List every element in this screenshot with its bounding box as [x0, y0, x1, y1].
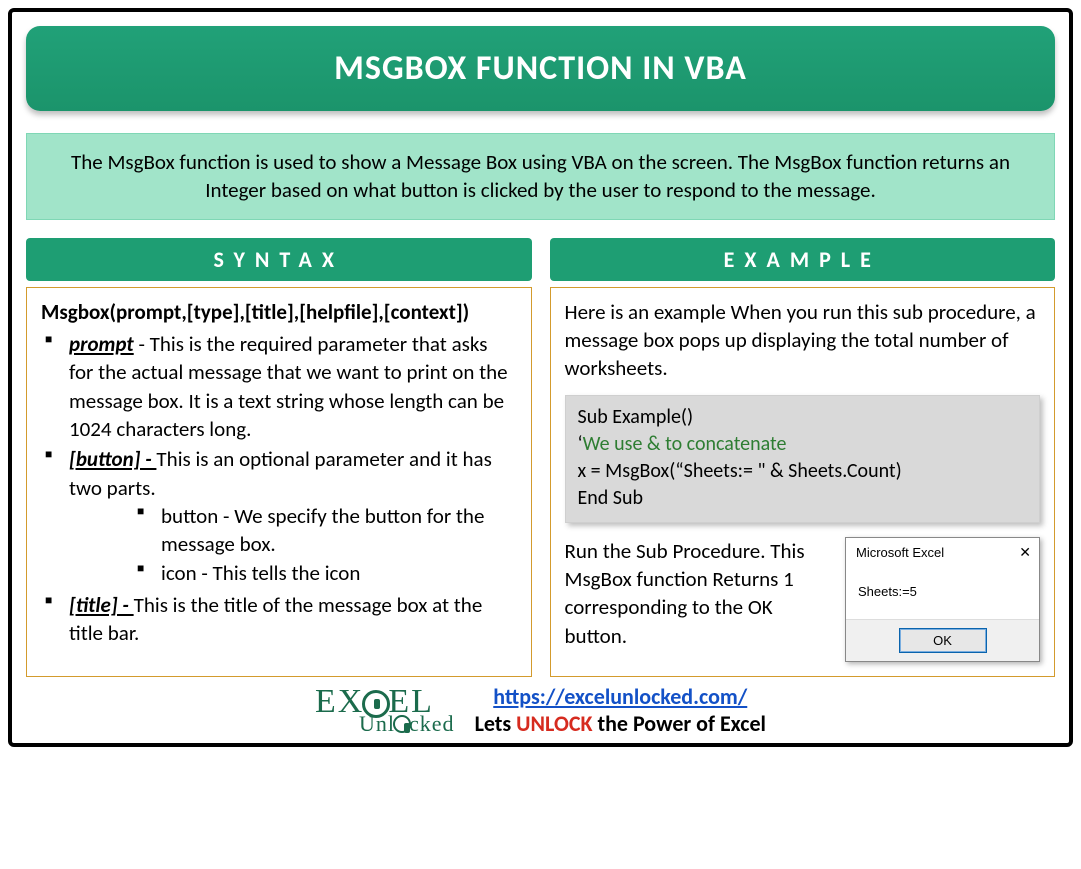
param-title: [title] - This is the title of the messa… — [41, 591, 517, 648]
code-comment: We use & to concatenate — [583, 432, 787, 456]
dialog-title: Microsoft Excel — [856, 544, 944, 562]
tag-before: Lets — [475, 710, 517, 737]
param-button-name: [button] - — [69, 446, 156, 472]
tag-unlock: UNLOCK — [516, 710, 592, 737]
document-frame: MSGBOX FUNCTION IN VBA The MsgBox functi… — [8, 8, 1073, 747]
param-prompt-desc: - This is the required parameter that as… — [69, 331, 508, 442]
dialog-titlebar: Microsoft Excel ✕ — [846, 538, 1039, 568]
param-button-sub2: icon - This tells the icon — [137, 559, 517, 587]
dialog-body: Sheets:=5 — [846, 567, 1039, 619]
msgbox-dialog: Microsoft Excel ✕ Sheets:=5 OK — [845, 537, 1040, 663]
ok-button[interactable]: OK — [899, 628, 987, 654]
example-lead: Here is an example When you run this sub… — [565, 298, 1041, 383]
syntax-heading: SYNTAX — [26, 238, 532, 281]
syntax-column: SYNTAX Msgbox(prompt,[type],[title],[hel… — [26, 238, 532, 678]
intro-text: The MsgBox function is used to show a Me… — [26, 133, 1055, 220]
brand-logo: EXEL Unlcked — [315, 687, 455, 734]
example-after: Run the Sub Procedure. This MsgBox funct… — [565, 537, 832, 650]
code-line-4: End Sub — [578, 485, 1028, 512]
example-heading: EXAMPLE — [550, 238, 1056, 281]
code-line-1: Sub Example() — [578, 404, 1028, 431]
tag-after: the Power of Excel — [593, 710, 766, 737]
close-icon[interactable]: ✕ — [1019, 545, 1031, 559]
param-title-name: [title] - — [69, 592, 134, 618]
syntax-signature: Msgbox(prompt,[type],[title],[helpfile],… — [41, 298, 517, 326]
example-body: Here is an example When you run this sub… — [550, 287, 1056, 678]
param-prompt: prompt - This is the required parameter … — [41, 330, 517, 443]
page-title: MSGBOX FUNCTION IN VBA — [26, 26, 1055, 111]
code-line-3: x = MsgBox(“Sheets:= " & Sheets.Count) — [578, 458, 1028, 485]
code-block: Sub Example() ‘We use & to concatenate x… — [565, 395, 1041, 523]
lock-icon-small — [393, 715, 411, 733]
footer-link[interactable]: https://excelunlocked.com/ — [493, 683, 747, 710]
footer: EXEL Unlcked https://excelunlocked.com/ … — [26, 683, 1055, 737]
param-button: [button] - This is an optional parameter… — [41, 445, 517, 587]
param-button-sub1: button - We specify the button for the m… — [137, 502, 517, 559]
example-column: EXAMPLE Here is an example When you run … — [550, 238, 1056, 678]
dialog-footer: OK — [846, 619, 1039, 662]
footer-text: https://excelunlocked.com/ Lets UNLOCK t… — [475, 683, 766, 737]
syntax-body: Msgbox(prompt,[type],[title],[helpfile],… — [26, 287, 532, 678]
code-line-2: ‘We use & to concatenate — [578, 431, 1028, 458]
columns: SYNTAX Msgbox(prompt,[type],[title],[hel… — [26, 238, 1055, 678]
param-prompt-name: prompt — [69, 331, 134, 357]
